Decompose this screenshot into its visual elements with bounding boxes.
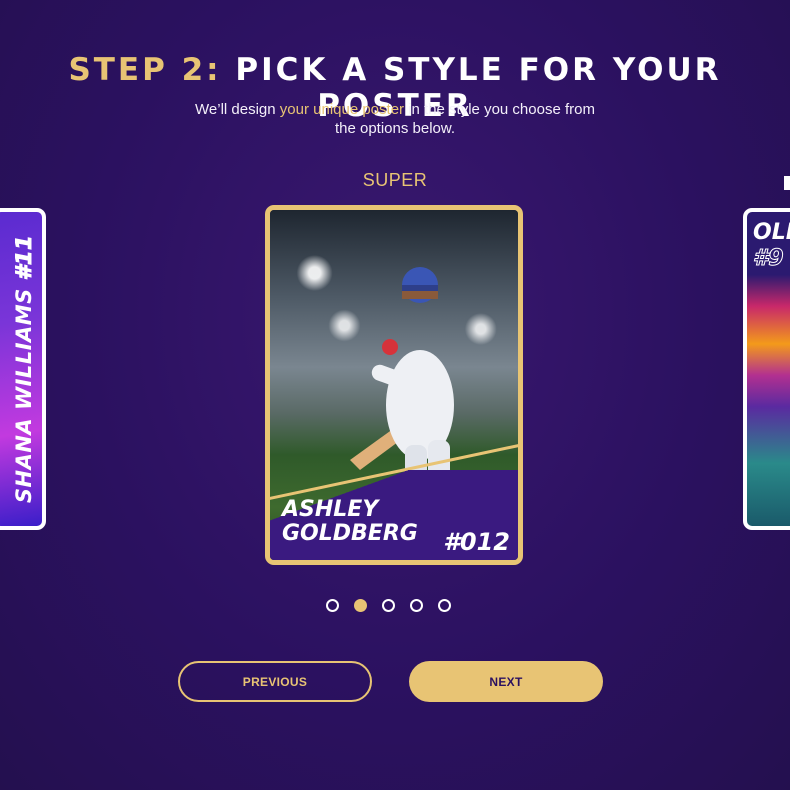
carousel-pagination bbox=[326, 599, 451, 612]
pagination-dot[interactable] bbox=[410, 599, 423, 612]
current-style-label: SUPER bbox=[362, 170, 428, 190]
card-player-name-line1: OLI bbox=[753, 220, 790, 245]
step-label: STEP 2: bbox=[68, 52, 222, 88]
pagination-dot[interactable] bbox=[326, 599, 339, 612]
page-subtitle: We’ll design your unique poster in the s… bbox=[195, 100, 595, 138]
next-button[interactable]: NEXT bbox=[409, 661, 603, 702]
pagination-dot[interactable] bbox=[438, 599, 451, 612]
subtitle-highlight: your unique poster bbox=[279, 101, 405, 118]
subtitle-text-before: We’ll design bbox=[195, 101, 280, 118]
card-player-name: OLI #9 bbox=[753, 220, 790, 272]
pagination-dot[interactable] bbox=[382, 599, 395, 612]
style-card-next[interactable]: OLI #9 bbox=[743, 208, 790, 530]
card-player-name-line2: GOLDBERG bbox=[282, 521, 418, 546]
card-player-number: #9 bbox=[753, 246, 785, 272]
pagination-dot-active[interactable] bbox=[354, 599, 367, 612]
card-player-name: SHANA WILLIAMS bbox=[12, 288, 37, 504]
card-player-number: #012 bbox=[443, 528, 510, 556]
card-player-name-line1: ASHLEY bbox=[282, 497, 379, 522]
previous-button[interactable]: PREVIOUS bbox=[178, 661, 372, 702]
card-player-name: ASHLEY GOLDBERG bbox=[282, 498, 442, 546]
style-card-current[interactable]: ASHLEY GOLDBERG #012 bbox=[265, 205, 523, 565]
card-player-number: #11 bbox=[12, 234, 37, 281]
card-vertical-name: SHANA WILLIAMS #11 bbox=[4, 212, 42, 526]
style-card-previous[interactable]: SHANA WILLIAMS #11 bbox=[0, 208, 46, 530]
next-style-label-peek bbox=[784, 176, 790, 190]
